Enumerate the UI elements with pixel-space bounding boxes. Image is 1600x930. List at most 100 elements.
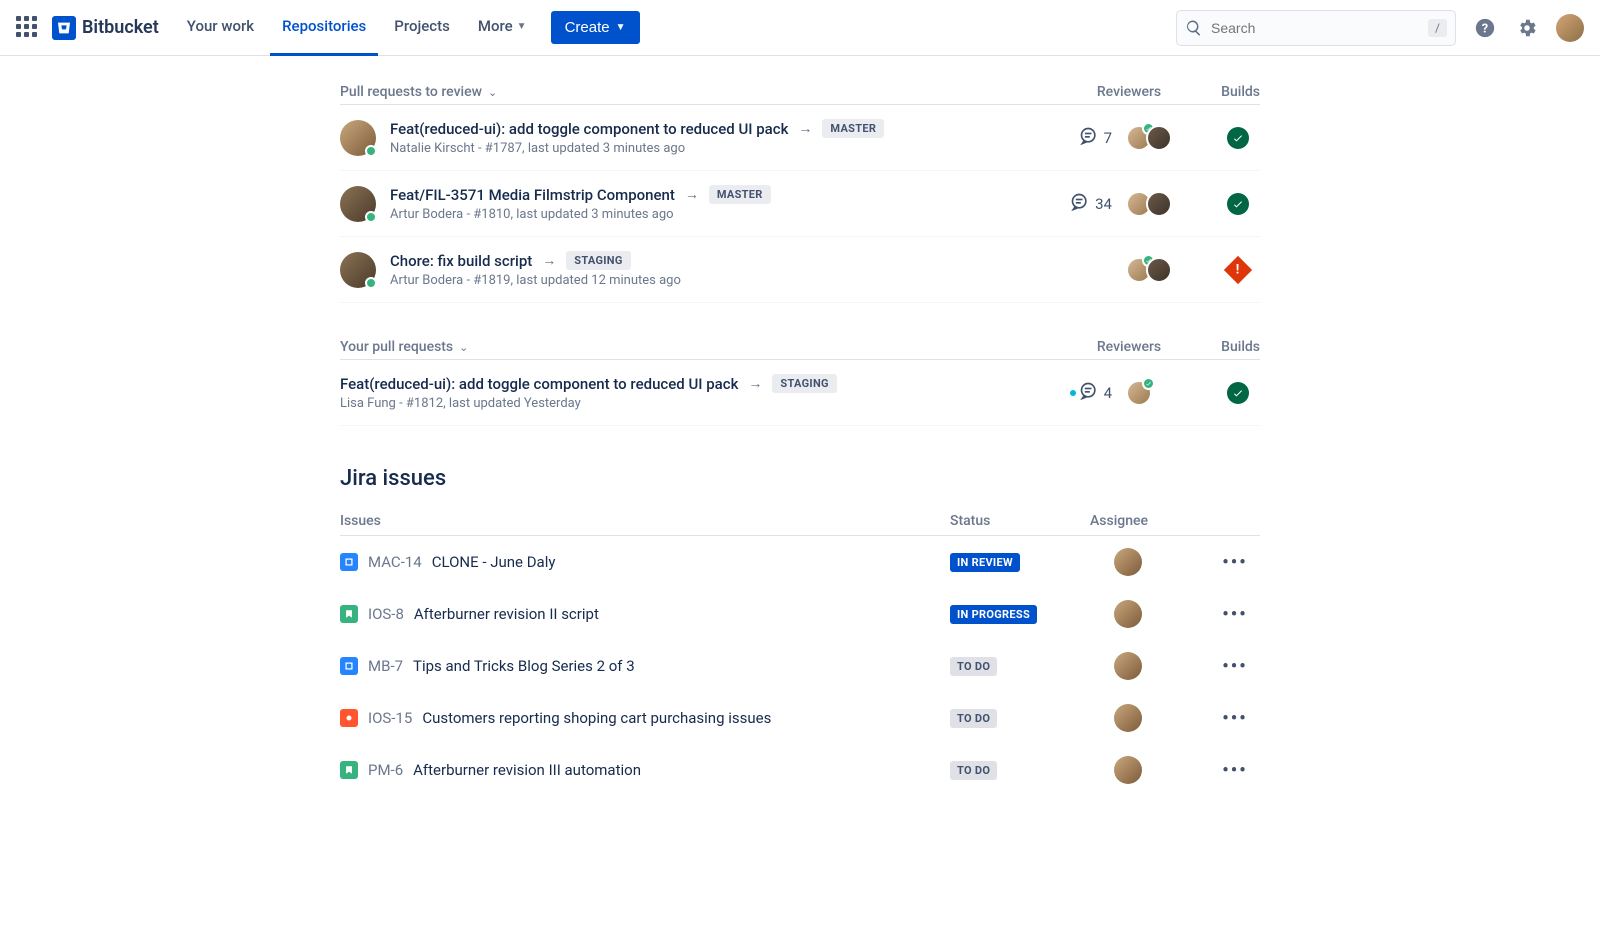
status-badge[interactable]: TO DO [950,657,997,676]
pr-row[interactable]: Feat(reduced-ui): add toggle component t… [340,105,1260,171]
col-issues: Issues [340,513,950,529]
search-kbd-hint: / [1428,19,1447,37]
more-actions-icon[interactable]: ••• [1210,604,1260,625]
bitbucket-logo[interactable]: Bitbucket [52,16,159,40]
apps-menu-icon[interactable] [16,16,40,40]
section-title: Pull requests to review [340,84,482,100]
issue-type-icon [340,553,358,571]
issue-title[interactable]: Customers reporting shoping cart purchas… [422,709,950,727]
nav-your-work[interactable]: Your work [175,0,266,56]
help-icon[interactable]: ? [1472,15,1498,41]
assignee-avatar [1114,756,1142,784]
jira-row[interactable]: MAC-14 CLONE - June DalyIN REVIEW ••• [340,536,1260,588]
comment-icon [1079,381,1099,405]
issue-title[interactable]: CLONE - June Daly [432,553,950,571]
assignee[interactable] [1090,600,1210,628]
issue-title[interactable]: Tips and Tricks Blog Series 2 of 3 [413,657,950,675]
arrow-right-icon: → [798,120,812,137]
top-navigation: Bitbucket Your workRepositoriesProjectsM… [0,0,1600,56]
col-builds: Builds [1221,339,1260,355]
pr-title[interactable]: Feat(reduced-ui): add toggle component t… [340,375,738,393]
pr-title[interactable]: Feat/FIL-3571 Media Filmstrip Component [390,186,675,204]
svg-text:?: ? [1482,21,1488,36]
settings-icon[interactable] [1514,15,1540,41]
build-status[interactable] [1216,193,1260,215]
presence-dot [365,145,377,157]
chevron-down-icon: ▼ [616,22,626,33]
pr-review-toggle[interactable]: Pull requests to review ⌄ [340,84,497,100]
more-actions-icon[interactable]: ••• [1210,760,1260,781]
more-actions-icon[interactable]: ••• [1210,656,1260,677]
author-avatar [340,186,376,222]
issue-title[interactable]: Afterburner revision II script [414,605,950,623]
nav-repositories[interactable]: Repositories [270,0,378,56]
comment-count[interactable]: 34 [1052,192,1112,216]
issue-key[interactable]: MB-7 [368,657,403,675]
brand-text: Bitbucket [82,17,159,38]
assignee[interactable] [1090,756,1210,784]
status-badge[interactable]: IN REVIEW [950,553,1020,572]
pr-meta: Natalie Kirscht - #1787, last updated 3 … [390,141,1038,156]
pr-meta: Artur Bodera - #1810, last updated 3 min… [390,207,1038,222]
your-pr-toggle[interactable]: Your pull requests⌄ [340,339,468,355]
pr-meta: Artur Bodera - #1819, last updated 12 mi… [390,273,1038,288]
col-reviewers: Reviewers [1097,84,1161,100]
author-avatar [340,120,376,156]
issue-key[interactable]: IOS-8 [368,605,404,623]
issue-type-icon [340,657,358,675]
reviewer-avatar [1146,125,1172,151]
nav-projects[interactable]: Projects [382,0,462,56]
col-assignee: Assignee [1090,513,1210,529]
more-actions-icon[interactable]: ••• [1210,708,1260,729]
build-status[interactable] [1216,127,1260,149]
status-badge[interactable]: TO DO [950,761,997,780]
build-fail-icon: ! [1224,255,1252,283]
assignee-avatar [1114,652,1142,680]
pr-title[interactable]: Feat(reduced-ui): add toggle component t… [390,120,788,138]
assignee[interactable] [1090,704,1210,732]
assignee[interactable] [1090,548,1210,576]
build-status[interactable]: ! [1216,260,1260,280]
nav-more[interactable]: More▼ [466,0,539,56]
status-badge[interactable]: IN PROGRESS [950,605,1037,624]
chevron-down-icon: ⌄ [488,86,497,99]
arrow-right-icon: → [685,186,699,203]
pr-meta: Lisa Fung - #1812, last updated Yesterda… [340,396,1038,411]
jira-table-header: Issues Status Assignee [340,507,1260,536]
presence-dot [365,211,377,223]
issue-key[interactable]: IOS-15 [368,709,412,727]
reviewers[interactable] [1126,125,1202,151]
pr-row[interactable]: Feat/FIL-3571 Media Filmstrip Component →… [340,171,1260,237]
reviewers[interactable] [1126,257,1202,283]
create-button[interactable]: Create▼ [551,11,640,44]
search-box[interactable]: / [1176,10,1456,46]
comment-count[interactable]: 4 [1052,381,1112,405]
assignee[interactable] [1090,652,1210,680]
your-pr-header: Your pull requests⌄ ReviewersBuilds [340,331,1260,360]
jira-row[interactable]: PM-6 Afterburner revision III automationT… [340,744,1260,796]
reviewers[interactable] [1126,191,1202,217]
search-input[interactable] [1211,20,1428,36]
pr-title[interactable]: Chore: fix build script [390,252,532,270]
assignee-avatar [1114,600,1142,628]
pr-row[interactable]: Feat(reduced-ui): add toggle component t… [340,360,1260,426]
branch-badge: STAGING [566,251,630,270]
comment-count[interactable]: 7 [1052,126,1112,150]
jira-row[interactable]: MB-7 Tips and Tricks Blog Series 2 of 3TO… [340,640,1260,692]
status-badge[interactable]: TO DO [950,709,997,728]
issue-title[interactable]: Afterburner revision III automation [413,761,950,779]
jira-row[interactable]: IOS-8 Afterburner revision II scriptIN PR… [340,588,1260,640]
arrow-right-icon: → [542,252,556,269]
section-title: Your pull requests [340,339,453,355]
build-status[interactable] [1216,382,1260,404]
presence-dot [365,277,377,289]
reviewer-avatar [1146,191,1172,217]
issue-key[interactable]: MAC-14 [368,553,422,571]
issue-key[interactable]: PM-6 [368,761,403,779]
build-success-icon [1227,382,1249,404]
user-avatar[interactable] [1556,14,1584,42]
jira-row[interactable]: IOS-15 Customers reporting shoping cart p… [340,692,1260,744]
reviewers[interactable] [1126,380,1202,406]
pr-row[interactable]: Chore: fix build script → STAGING Artur Bod… [340,237,1260,303]
more-actions-icon[interactable]: ••• [1210,552,1260,573]
